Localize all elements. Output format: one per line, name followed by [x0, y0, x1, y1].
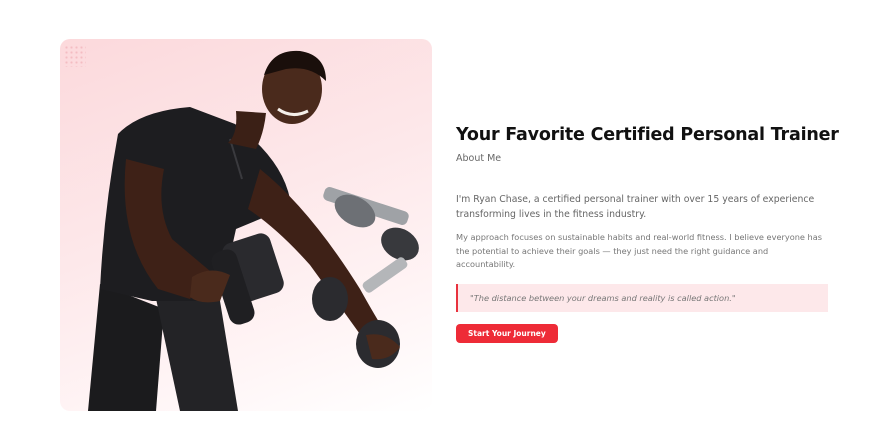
trainer-with-dumbbells-illustration: [88, 50, 419, 411]
trainer-photo: [60, 39, 432, 411]
approach-paragraph: My approach focuses on sustainable habit…: [456, 232, 822, 269]
page-title: Your Favorite Certified Personal Trainer: [456, 125, 839, 145]
start-journey-button[interactable]: Start Your Journey: [456, 323, 558, 343]
motivational-quote: "The distance between your dreams and re…: [456, 283, 828, 312]
quote-text: "The distance between your dreams and re…: [470, 292, 736, 303]
intro-paragraph: I'm Ryan Chase, a certified personal tra…: [456, 194, 815, 220]
about-section: Your Favorite Certified Personal Trainer…: [456, 125, 839, 343]
section-eyebrow: About Me: [456, 153, 502, 164]
